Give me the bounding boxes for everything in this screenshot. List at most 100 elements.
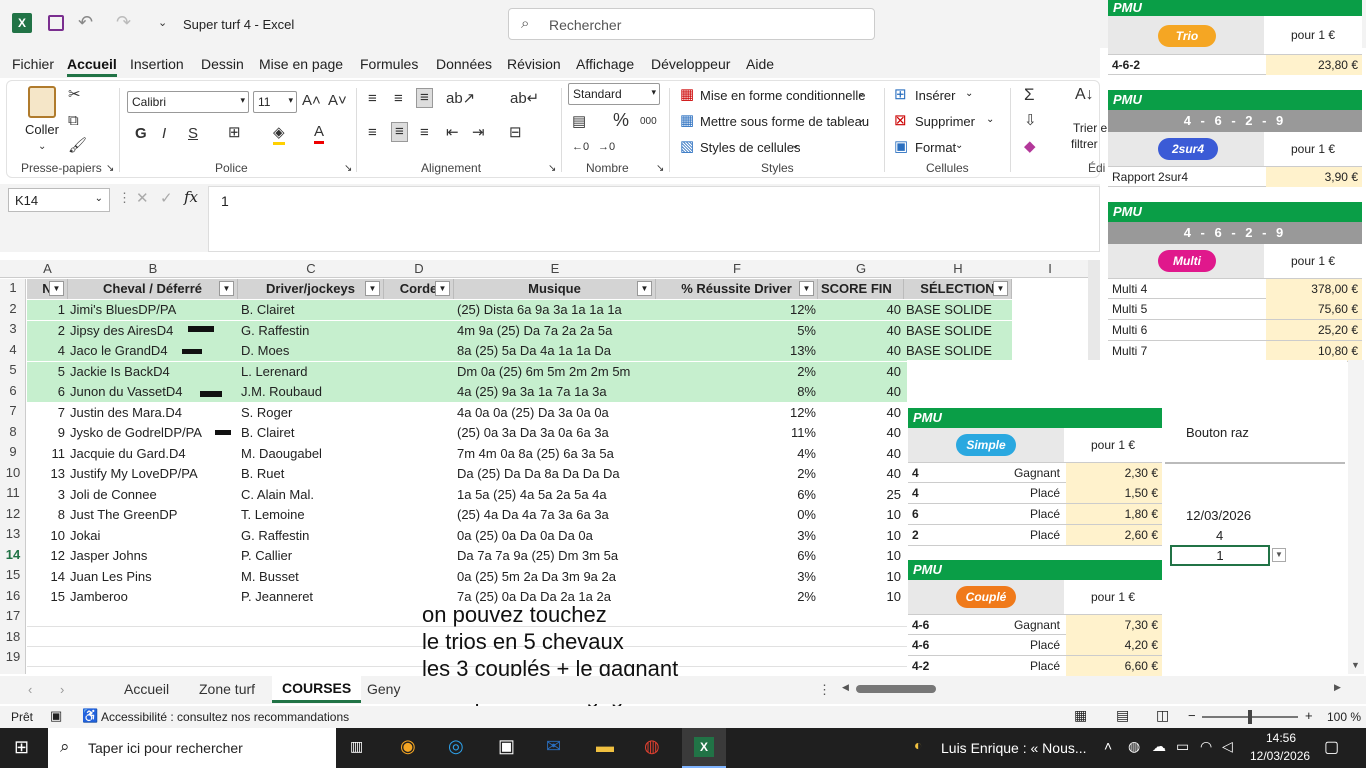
scroll-left-icon[interactable]: ◀: [842, 682, 849, 693]
more-sheets-icon[interactable]: ⋮: [818, 682, 831, 698]
cell-driver[interactable]: P. Jeanneret: [241, 587, 381, 607]
cloud-icon[interactable]: ☁: [1152, 738, 1166, 755]
cell-score[interactable]: 40: [818, 321, 901, 341]
cell-n[interactable]: 8: [27, 505, 65, 525]
accounting-icon[interactable]: ▤: [572, 113, 586, 131]
menu-accueil[interactable]: Accueil: [67, 56, 117, 77]
cell-n[interactable]: 12: [27, 546, 65, 566]
wifi-icon[interactable]: ◠: [1200, 738, 1212, 755]
cell-driver[interactable]: B. Ruet: [241, 464, 381, 484]
tab-accueil[interactable]: Accueil: [124, 681, 169, 697]
cell-score[interactable]: 40: [818, 444, 901, 464]
clock-date[interactable]: 12/03/2026: [1250, 749, 1310, 763]
paste-button[interactable]: Coller: [25, 122, 59, 137]
cell-pct[interactable]: 13%: [656, 341, 816, 361]
cell-score[interactable]: 40: [818, 382, 901, 402]
cell-n[interactable]: 2: [27, 321, 65, 341]
align-middle-icon[interactable]: ≡: [394, 90, 403, 108]
header-cheval[interactable]: Cheval / Déferré ▼: [68, 279, 238, 299]
excel-taskbar-icon[interactable]: X: [682, 728, 726, 768]
fill-icon[interactable]: ⇩: [1024, 112, 1037, 130]
redo-icon[interactable]: ↷: [116, 12, 131, 33]
cell-pct[interactable]: 2%: [656, 464, 816, 484]
cell-cheval[interactable]: Jimi's BluesDP/PA: [70, 300, 220, 320]
align-center-icon[interactable]: ≡: [391, 122, 408, 142]
cell-musique[interactable]: Dm 0a (25) 6m 5m 2m 2m 5m: [457, 362, 657, 382]
row-header[interactable]: 11: [0, 485, 26, 500]
menu-revision[interactable]: Révision: [507, 56, 561, 72]
cell-pct[interactable]: 3%: [656, 567, 816, 587]
task-view-icon[interactable]: ▥: [350, 738, 363, 755]
col-header-e[interactable]: E: [454, 261, 656, 276]
col-header-f[interactable]: F: [656, 261, 818, 276]
save-icon[interactable]: [48, 15, 64, 31]
battery-icon[interactable]: ▭: [1176, 738, 1189, 755]
col-header-i[interactable]: I: [1012, 261, 1088, 276]
cell-score[interactable]: 10: [818, 546, 901, 566]
cell-driver[interactable]: D. Moes: [241, 341, 381, 361]
header-driver[interactable]: Driver/jockeys ▼: [238, 279, 384, 299]
filter-dropdown-icon[interactable]: ▼: [49, 281, 64, 296]
cell-score[interactable]: 40: [818, 403, 901, 423]
header-score[interactable]: SCORE FIN: [818, 279, 904, 299]
clock-time[interactable]: 14:56: [1266, 731, 1296, 745]
cell-driver[interactable]: C. Alain Mal.: [241, 485, 381, 505]
row-header[interactable]: 15: [0, 567, 26, 582]
cell-musique[interactable]: (25) Dista 6a 9a 3a 1a 1a 1a: [457, 300, 657, 320]
notification-icon[interactable]: ▢: [1324, 737, 1339, 757]
news-icon[interactable]: ◐: [914, 737, 922, 753]
bouton-raz-label[interactable]: Bouton raz: [1186, 425, 1249, 440]
cell-score[interactable]: 25: [818, 485, 901, 505]
cell-score[interactable]: 10: [818, 526, 901, 546]
thousands-button[interactable]: 000: [640, 113, 657, 131]
col-header-a[interactable]: A: [27, 261, 68, 276]
accessibility-icon[interactable]: ♿: [82, 708, 98, 724]
align-top-icon[interactable]: ≡: [368, 90, 377, 108]
cell-cheval[interactable]: Jacquie du Gard.D4: [70, 444, 220, 464]
cell-pct[interactable]: 4%: [656, 444, 816, 464]
decrease-font-icon[interactable]: A˅: [328, 92, 347, 110]
filter-dropdown-icon[interactable]: ▼: [219, 281, 234, 296]
cell-pct[interactable]: 3%: [656, 526, 816, 546]
cell-cheval[interactable]: Justify My LoveDP/PA: [70, 464, 220, 484]
excel-logo-icon[interactable]: X: [12, 13, 32, 33]
meet-icon[interactable]: ◍: [1128, 738, 1140, 755]
cell-cheval[interactable]: Jysko de GodrelDP/PA: [70, 423, 220, 443]
row-header[interactable]: 4: [0, 342, 26, 357]
cell-cheval[interactable]: Junon du VassetD4: [70, 382, 220, 402]
increase-font-icon[interactable]: A˄: [302, 92, 321, 110]
zoom-in-icon[interactable]: +: [1305, 708, 1313, 723]
row-header[interactable]: 2: [0, 301, 26, 316]
cell-n[interactable]: 4: [27, 341, 65, 361]
cell-styles-button[interactable]: Styles de cellules: [700, 140, 800, 155]
cell-driver[interactable]: M. Busset: [241, 567, 381, 587]
row-header[interactable]: 13: [0, 526, 26, 541]
cell-pct[interactable]: 0%: [656, 505, 816, 525]
cell-sel[interactable]: BASE SOLIDE: [906, 341, 1036, 361]
cell-cheval[interactable]: Jokai: [70, 526, 220, 546]
number-format-select[interactable]: Standard ▾: [568, 83, 660, 105]
file-explorer-icon[interactable]: ▬: [596, 736, 614, 757]
tab-geny[interactable]: Geny: [367, 681, 400, 697]
menu-mise-en-page[interactable]: Mise en page: [259, 56, 343, 72]
taskbar-search[interactable]: ⌕ Taper ici pour rechercher: [48, 728, 336, 768]
header-selection[interactable]: SÉLECTION ▼: [904, 279, 1012, 299]
cell-musique[interactable]: (25) 4a Da 4a 7a 3a 6a 3a: [457, 505, 657, 525]
cell-n[interactable]: 6: [27, 382, 65, 402]
clear-icon[interactable]: ◆: [1024, 138, 1036, 156]
cell-n[interactable]: 10: [27, 526, 65, 546]
news-headline[interactable]: Luis Enrique : « Nous...: [941, 740, 1087, 756]
italic-button[interactable]: I: [162, 125, 166, 143]
scroll-right-icon[interactable]: ▶: [1334, 682, 1341, 693]
cell-musique[interactable]: 8a (25) 5a Da 4a 1a 1a Da: [457, 341, 657, 361]
sort-filter-button[interactable]: Trier e: [1073, 121, 1107, 135]
cell-pct[interactable]: 6%: [656, 485, 816, 505]
page-break-icon[interactable]: ◫: [1156, 707, 1169, 724]
row-header[interactable]: 7: [0, 403, 26, 418]
bold-button[interactable]: G: [135, 125, 147, 143]
menu-affichage[interactable]: Affichage: [576, 56, 634, 72]
row-header[interactable]: 5: [0, 362, 26, 377]
col-header-c[interactable]: C: [238, 261, 384, 276]
tab-zone-turf[interactable]: Zone turf: [199, 681, 255, 697]
conditional-format-button[interactable]: Mise en forme conditionnelle: [700, 88, 865, 103]
